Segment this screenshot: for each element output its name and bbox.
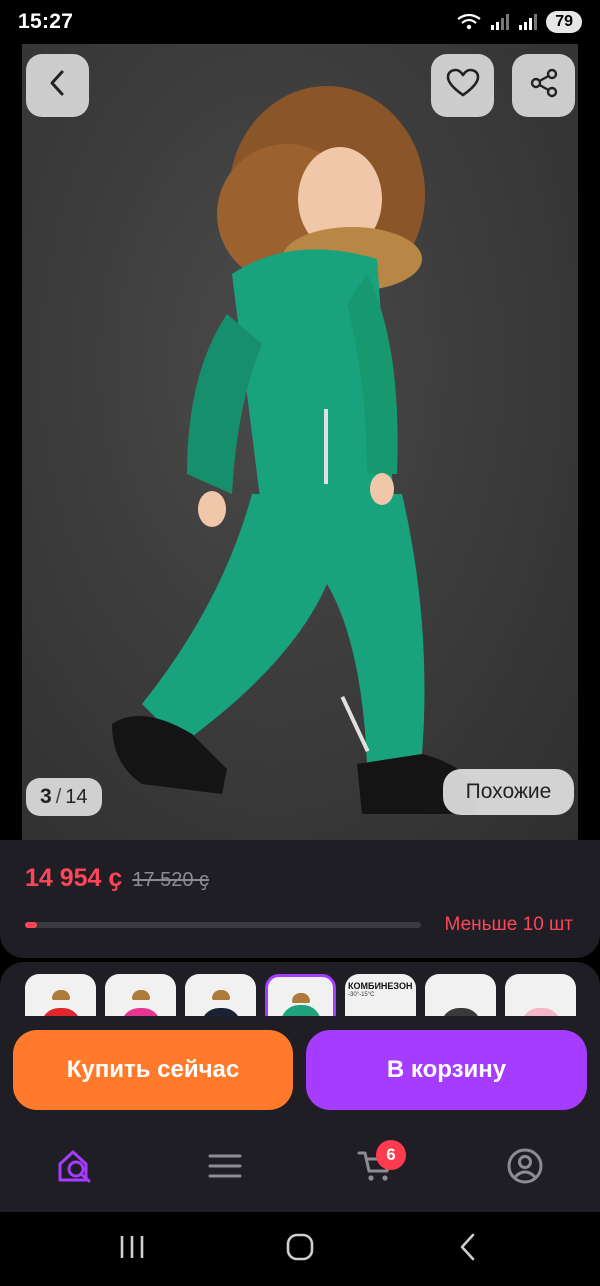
- product-photo[interactable]: [22, 44, 578, 840]
- stock-progress-bar: [25, 922, 421, 928]
- stock-progress-fill: [25, 922, 37, 928]
- fur-hood-graphic: [131, 990, 150, 1000]
- system-navigation: [0, 1212, 600, 1286]
- thumbnail-green-selected[interactable]: [265, 974, 336, 1022]
- status-time: 15:27: [18, 10, 74, 33]
- share-icon: [529, 68, 559, 103]
- signal-icon: [490, 13, 510, 31]
- thumbnail-title: КОМБИНЕЗОН: [348, 981, 413, 991]
- thumbnail-info-card[interactable]: КОМБИНЕЗОН -30°-15°C: [345, 974, 416, 1022]
- action-bar: Купить сейчас В корзину: [0, 1016, 600, 1126]
- image-counter-separator: /: [55, 785, 62, 808]
- add-to-cart-button[interactable]: В корзину: [306, 1030, 587, 1110]
- home-icon: [285, 1232, 315, 1267]
- thumbnail-pink[interactable]: [105, 974, 176, 1022]
- thumbnail-dark[interactable]: [425, 974, 496, 1022]
- nav-home[interactable]: [55, 1148, 95, 1188]
- image-counter-current: 3: [40, 785, 52, 808]
- home-button[interactable]: [280, 1232, 320, 1267]
- thumbnail-subtitle: -30°-15°C: [348, 992, 375, 998]
- buy-now-button[interactable]: Купить сейчас: [13, 1030, 293, 1110]
- back-button[interactable]: [26, 54, 89, 117]
- image-counter: 3 / 14: [26, 778, 102, 816]
- heart-icon: [446, 68, 480, 103]
- back-icon: [457, 1232, 479, 1267]
- thumbnail-red[interactable]: [25, 974, 96, 1022]
- thumbnail-navy[interactable]: [185, 974, 256, 1022]
- similar-button[interactable]: Похожие: [443, 769, 574, 815]
- home-search-icon: [56, 1148, 94, 1189]
- catalog-menu-icon: [208, 1152, 242, 1185]
- price-row: 14 954 ҫ 17 520 ҫ: [25, 864, 209, 893]
- favorite-button[interactable]: [431, 54, 494, 117]
- profile-icon: [506, 1147, 544, 1190]
- current-price: 14 954 ҫ: [25, 864, 123, 892]
- bottom-navigation: 6: [0, 1126, 600, 1212]
- stock-label: Меньше 10 шт: [444, 914, 573, 935]
- status-icons: 79: [456, 11, 582, 33]
- share-button[interactable]: [512, 54, 575, 117]
- cart-badge: 6: [376, 1140, 406, 1170]
- image-counter-total: 14: [65, 785, 88, 808]
- recents-icon: [118, 1234, 146, 1265]
- thumbnail-light-pink[interactable]: [505, 974, 576, 1022]
- chevron-left-icon: [46, 69, 70, 102]
- back-nav-button[interactable]: [448, 1232, 488, 1267]
- signal-roaming-icon: [518, 13, 538, 31]
- old-price: 17 520 ҫ: [132, 869, 210, 891]
- fur-hood-graphic: [211, 990, 230, 1000]
- fur-hood-graphic: [51, 990, 70, 1000]
- status-bar: 15:27 79: [0, 0, 600, 44]
- price-panel: 14 954 ҫ 17 520 ҫ Меньше 10 шт: [0, 840, 600, 958]
- nav-profile[interactable]: [505, 1148, 545, 1188]
- nav-catalog[interactable]: [205, 1148, 245, 1188]
- thumbnail-strip[interactable]: КОМБИНЕЗОН -30°-15°C: [0, 962, 600, 1022]
- fur-hood-graphic: [291, 993, 310, 1003]
- wifi-icon: [456, 12, 482, 32]
- product-gallery[interactable]: 3 / 14 Похожие: [0, 44, 600, 840]
- battery-level: 79: [546, 11, 582, 33]
- recents-button[interactable]: [112, 1234, 152, 1264]
